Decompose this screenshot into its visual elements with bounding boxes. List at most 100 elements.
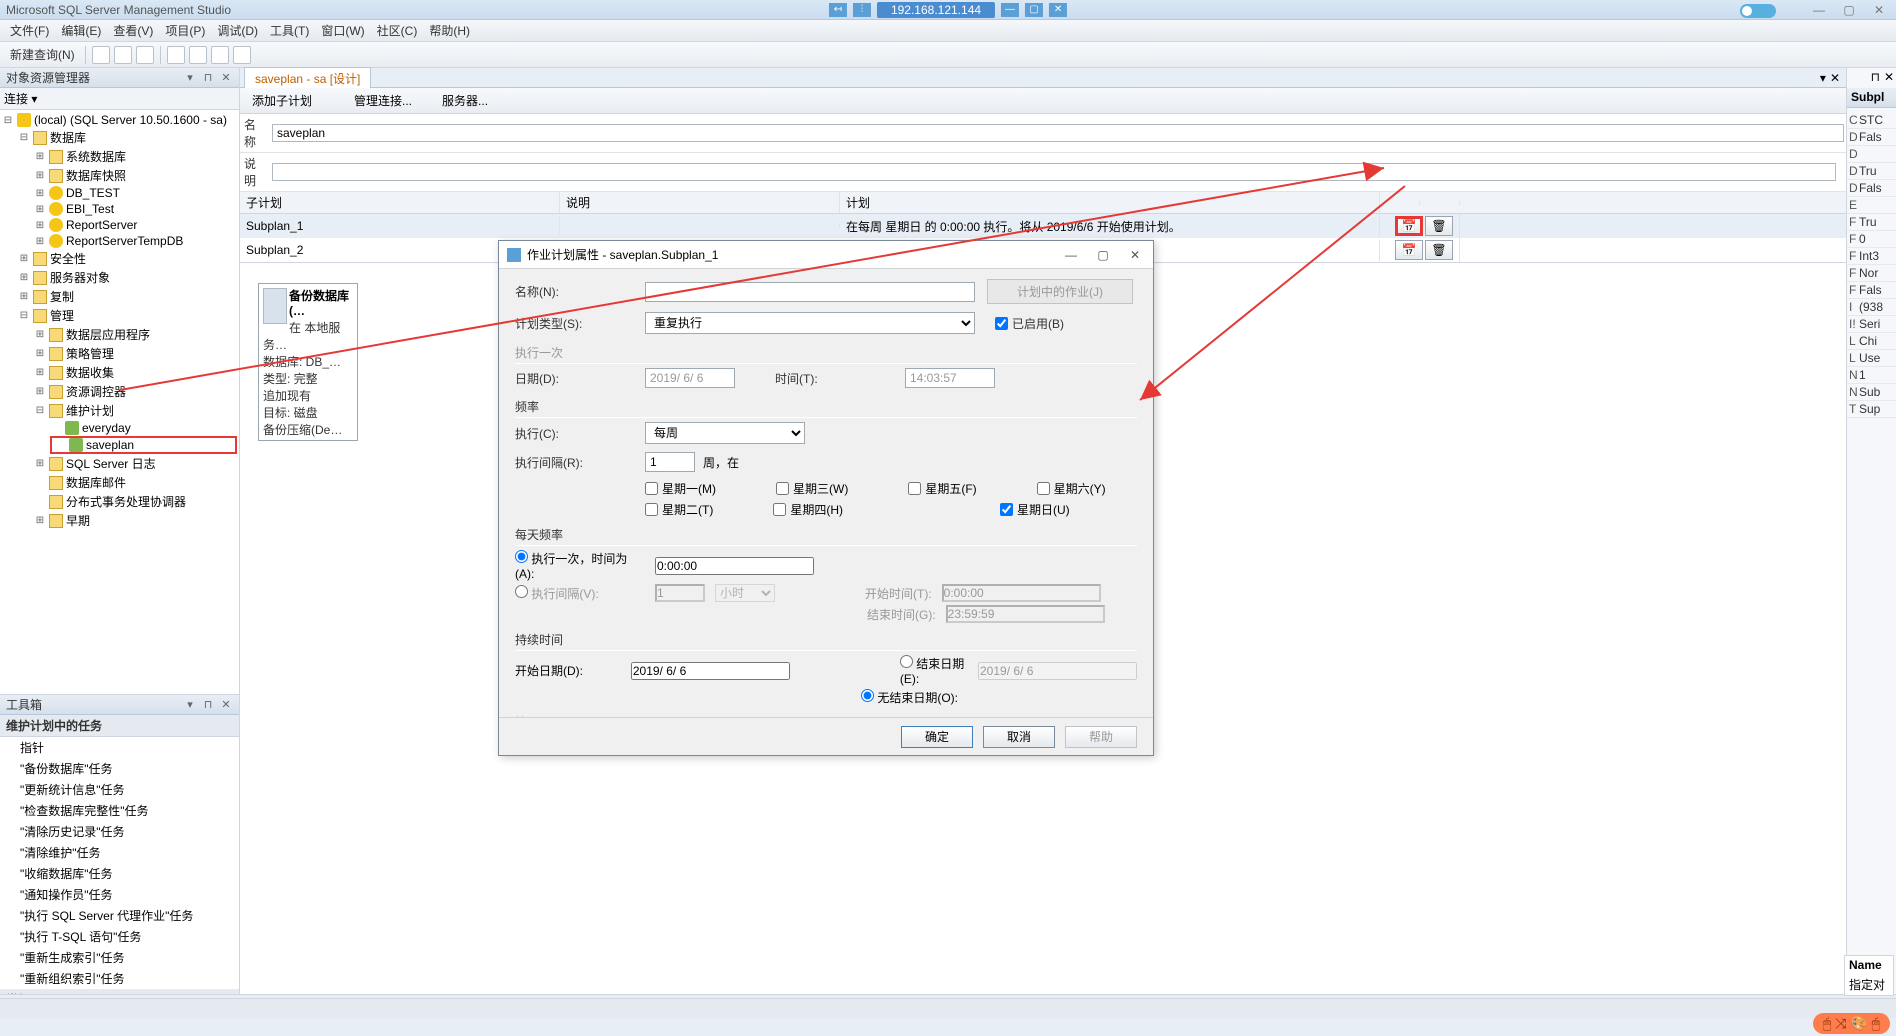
exec-select[interactable]: 每周	[645, 422, 805, 444]
server-node[interactable]: (local) (SQL Server 10.50.1600 - sa)	[34, 113, 227, 127]
window-max-icon[interactable]: ▢	[1838, 3, 1860, 17]
manage-conn-button[interactable]: 管理连接...	[354, 92, 412, 109]
toolbox-item[interactable]: "重新组织索引"任务	[0, 968, 239, 989]
tab-close-icon[interactable]: ✕	[1830, 71, 1840, 85]
datatier-node[interactable]: 数据层应用程序	[66, 326, 150, 343]
schedule-remove-button[interactable]: 🗑	[1425, 240, 1453, 260]
menu-edit[interactable]: 编辑(E)	[55, 20, 107, 41]
toolbox-item[interactable]: "检查数据库完整性"任务	[0, 800, 239, 821]
policy-node[interactable]: 策略管理	[66, 345, 114, 362]
report-node[interactable]: ReportServer	[66, 218, 137, 232]
server-button[interactable]: 服务器...	[442, 92, 488, 109]
toolbox-list[interactable]: 维护计划中的任务 指针 "备份数据库"任务 "更新统计信息"任务 "检查数据库完…	[0, 715, 239, 994]
menu-tools[interactable]: 工具(T)	[264, 20, 315, 41]
toolbox-group-general[interactable]: 常规	[0, 989, 239, 994]
day-wed[interactable]: 星期三(W)	[776, 480, 848, 497]
remote-prev-icon[interactable]: ↤	[829, 3, 847, 17]
maintplan-node[interactable]: 维护计划	[66, 402, 114, 419]
panel-pin-icon[interactable]: ⊓	[201, 71, 215, 85]
dialog-min-icon[interactable]: —	[1061, 248, 1081, 262]
menu-community[interactable]: 社区(C)	[371, 20, 424, 41]
toolbar-icon-2[interactable]	[189, 46, 207, 64]
connect-dropdown[interactable]: 连接 ▾	[4, 90, 37, 107]
ok-button[interactable]: 确定	[901, 726, 973, 748]
dialog-close-icon[interactable]: ✕	[1125, 248, 1145, 262]
enabled-checkbox[interactable]: 已启用(B)	[995, 315, 1125, 332]
tab-dropdown-icon[interactable]: ▾	[1820, 71, 1826, 85]
toolbox-item[interactable]: "收缩数据库"任务	[0, 863, 239, 884]
toolbar-icon-4[interactable]	[233, 46, 251, 64]
ebitest-node[interactable]: EBI_Test	[66, 202, 114, 216]
toolbox-item[interactable]: "备份数据库"任务	[0, 758, 239, 779]
panel-pin-icon[interactable]: ⊓	[1871, 70, 1880, 86]
dbmail-node[interactable]: 数据库邮件	[66, 474, 126, 491]
menu-window[interactable]: 窗口(W)	[315, 20, 370, 41]
saveplan-node[interactable]: saveplan	[86, 438, 134, 452]
dbtest-node[interactable]: DB_TEST	[66, 186, 120, 200]
new-query-button[interactable]: 新建查询(N)	[6, 44, 79, 65]
panel-close-icon[interactable]: ✕	[219, 71, 233, 85]
snapshot-node[interactable]: 数据库快照	[66, 167, 126, 184]
plan-name-input[interactable]	[272, 124, 1844, 142]
remote-min-icon[interactable]: —	[1001, 3, 1019, 17]
remote-close-icon[interactable]: ✕	[1049, 3, 1067, 17]
schedule-edit-button[interactable]: 📅	[1395, 240, 1423, 260]
every-radio[interactable]: 执行间隔(V):	[515, 585, 645, 602]
panel-dropdown-icon[interactable]: ▾	[183, 698, 197, 712]
start-date-input[interactable]	[631, 662, 790, 680]
panel-dropdown-icon[interactable]: ▾	[183, 71, 197, 85]
reporttmp-node[interactable]: ReportServerTempDB	[66, 234, 183, 248]
interval-input[interactable]	[645, 452, 695, 472]
menu-help[interactable]: 帮助(H)	[423, 20, 476, 41]
day-mon[interactable]: 星期一(M)	[645, 480, 716, 497]
menu-project[interactable]: 项目(P)	[159, 20, 211, 41]
toolbox-item[interactable]: "清除维护"任务	[0, 842, 239, 863]
dialog-title-bar[interactable]: 作业计划属性 - saveplan.Subplan_1 — ▢ ✕	[499, 241, 1153, 269]
end-date-radio[interactable]: 结束日期(E):	[900, 655, 968, 686]
resgov-node[interactable]: 资源调控器	[66, 383, 126, 400]
security-node[interactable]: 安全性	[50, 250, 86, 267]
day-fri[interactable]: 星期五(F)	[908, 480, 976, 497]
save-all-icon[interactable]	[136, 46, 154, 64]
open-icon[interactable]	[92, 46, 110, 64]
everyday-node[interactable]: everyday	[82, 421, 131, 435]
menu-file[interactable]: 文件(F)	[4, 20, 55, 41]
once-at-time[interactable]	[655, 557, 814, 575]
panel-pin-icon[interactable]: ⊓	[201, 698, 215, 712]
toolbox-item[interactable]: "重新生成索引"任务	[0, 947, 239, 968]
panel-close-icon[interactable]: ✕	[1884, 70, 1894, 86]
schedule-remove-button[interactable]: 🗑	[1425, 216, 1453, 236]
add-subplan-button[interactable]: 添加子计划	[252, 92, 312, 109]
schedule-name-input[interactable]	[645, 282, 975, 302]
assistive-dock[interactable]: 🖱 ⤨ 🎨 🖱	[1813, 1013, 1890, 1034]
databases-node[interactable]: 数据库	[50, 129, 86, 146]
mgmt-node[interactable]: 管理	[50, 307, 74, 324]
backup-task-box[interactable]: 备份数据库(… 在 本地服务… 数据库: DB_… 类型: 完整 追加现有 目标…	[258, 283, 358, 441]
window-min-icon[interactable]: —	[1808, 3, 1830, 17]
srvobj-node[interactable]: 服务器对象	[50, 269, 110, 286]
datacollect-node[interactable]: 数据收集	[66, 364, 114, 381]
toolbox-item[interactable]: "通知操作员"任务	[0, 884, 239, 905]
remote-max-icon[interactable]: ▢	[1025, 3, 1043, 17]
toolbox-item[interactable]: "更新统计信息"任务	[0, 779, 239, 800]
toolbox-item[interactable]: "执行 T-SQL 语句"任务	[0, 926, 239, 947]
menu-debug[interactable]: 调试(D)	[211, 20, 264, 41]
dialog-max-icon[interactable]: ▢	[1093, 248, 1113, 262]
object-explorer-tree[interactable]: ⊟(local) (SQL Server 10.50.1600 - sa) ⊟数…	[0, 110, 239, 694]
schedule-type-select[interactable]: 重复执行	[645, 312, 975, 334]
dtc-node[interactable]: 分布式事务处理协调器	[66, 493, 186, 510]
cancel-button[interactable]: 取消	[983, 726, 1055, 748]
panel-close-icon[interactable]: ✕	[219, 698, 233, 712]
subplan-row[interactable]: Subplan_1 在每周 星期日 的 0:00:00 执行。将从 2019/6…	[240, 214, 1846, 238]
day-thu[interactable]: 星期四(H)	[773, 501, 843, 518]
toolbox-item[interactable]: 指针	[0, 737, 239, 758]
toolbox-item[interactable]: "执行 SQL Server 代理作业"任务	[0, 905, 239, 926]
day-tue[interactable]: 星期二(T)	[645, 501, 713, 518]
replication-node[interactable]: 复制	[50, 288, 74, 305]
sysdb-node[interactable]: 系统数据库	[66, 148, 126, 165]
top-toggle[interactable]	[1740, 4, 1776, 18]
properties-grid[interactable]: CSTCDFalsDDTruDFalsEFTruF0FInt3FNorFFals…	[1847, 112, 1896, 418]
day-sat[interactable]: 星期六(Y)	[1037, 480, 1106, 497]
day-sun[interactable]: 星期日(U)	[1000, 501, 1070, 518]
document-tab[interactable]: saveplan - sa [设计]	[244, 67, 371, 89]
